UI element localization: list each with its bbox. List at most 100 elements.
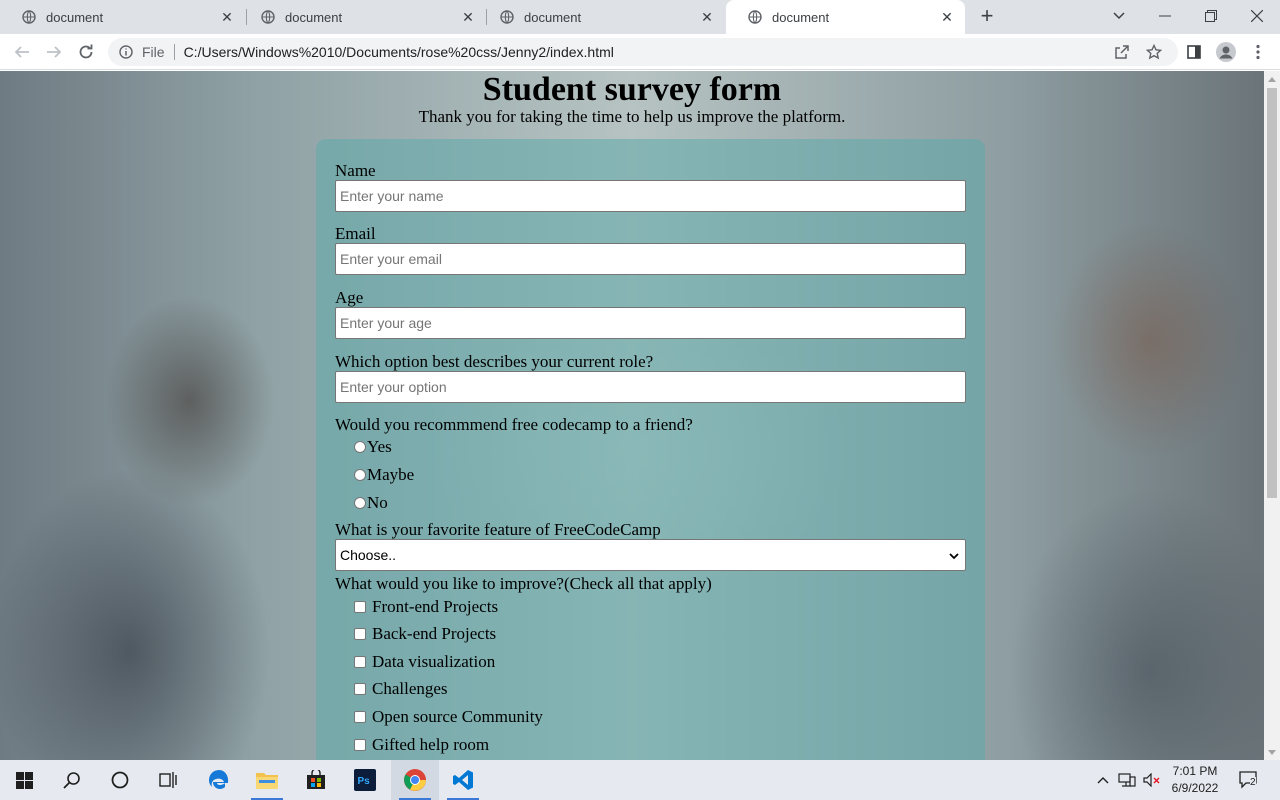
svg-text:Ps: Ps (358, 776, 371, 787)
checkbox[interactable] (354, 683, 366, 695)
windows-start-icon[interactable] (0, 760, 48, 800)
checkbox[interactable] (354, 628, 366, 640)
checkbox-label: Front-end Projects (372, 597, 499, 616)
recommend-question: Would you recommmend free codecamp to a … (335, 415, 693, 434)
omnibox-divider (173, 44, 175, 60)
notification-center-icon[interactable]: 2 (1234, 760, 1264, 800)
improve-option[interactable]: Data visualization (354, 652, 495, 672)
email-input[interactable]: Enter your email (335, 243, 966, 275)
tab-search-icon[interactable] (1106, 4, 1132, 28)
recommend-option-no[interactable]: No (354, 493, 388, 513)
checkbox-label: Data visualization (372, 652, 496, 671)
browser-tab-active[interactable]: document ✕ (726, 0, 965, 34)
radio-button[interactable] (354, 497, 366, 509)
feature-label: What is your favorite feature of FreeCod… (335, 520, 661, 539)
notification-count-badge: 2 (1250, 777, 1256, 788)
file-explorer-icon[interactable] (243, 760, 291, 800)
name-label: Name (335, 161, 376, 180)
name-input[interactable]: Enter your name (335, 180, 966, 212)
recommend-option-yes[interactable]: Yes (354, 437, 392, 457)
age-input[interactable]: Enter your age (335, 307, 966, 339)
close-icon[interactable]: ✕ (939, 9, 955, 25)
email-label: Email (335, 224, 376, 243)
page-title: Student survey form (482, 71, 782, 108)
windows-taskbar: Ps 7:01 PM 6/9/2022 2 (0, 760, 1280, 800)
chevron-down-icon (949, 547, 959, 563)
globe-icon (22, 10, 36, 24)
restore-button[interactable] (1198, 4, 1224, 28)
chrome-icon[interactable] (391, 760, 439, 800)
share-icon[interactable] (1110, 38, 1134, 66)
browser-toolbar: File C:/Users/Windows%2010/Documents/ros… (0, 34, 1280, 70)
scroll-up-icon[interactable] (1264, 71, 1280, 87)
cortana-icon[interactable] (96, 760, 144, 800)
feature-select[interactable]: Choose.. (335, 539, 966, 571)
bookmark-star-icon[interactable] (1142, 38, 1166, 66)
checkbox[interactable] (354, 656, 366, 668)
address-bar[interactable]: File C:/Users/Windows%2010/Documents/ros… (108, 38, 1178, 66)
side-panel-icon[interactable] (1182, 40, 1206, 64)
network-icon[interactable] (1116, 760, 1138, 800)
globe-icon (748, 10, 762, 24)
scroll-down-icon[interactable] (1264, 744, 1280, 760)
tab-title: document (772, 9, 830, 25)
browser-tab[interactable]: document ✕ (239, 0, 486, 34)
photoshop-icon[interactable]: Ps (341, 760, 389, 800)
role-label: Which option best describes your current… (335, 352, 654, 371)
recommend-option-maybe[interactable]: Maybe (354, 465, 414, 485)
close-icon[interactable]: ✕ (219, 9, 235, 25)
checkbox-label: Gifted help room (372, 735, 490, 754)
close-window-button[interactable] (1244, 4, 1270, 28)
browser-tabstrip: document ✕ document ✕ document ✕ documen… (0, 0, 1280, 34)
microsoft-store-icon[interactable] (292, 760, 340, 800)
forward-button[interactable] (42, 40, 66, 64)
profile-avatar-icon[interactable] (1214, 40, 1238, 64)
checkbox-label: Back-end Projects (372, 624, 497, 643)
clock-time: 7:01 PM (1172, 764, 1218, 778)
radio-label: No (367, 493, 388, 512)
checkbox[interactable] (354, 601, 366, 613)
new-tab-button[interactable]: + (976, 5, 998, 28)
tab-title: document (524, 9, 582, 25)
checkbox-label: Open source Community (372, 707, 543, 726)
url-text[interactable]: C:/Users/Windows%2010/Documents/rose%20c… (184, 44, 614, 60)
age-label: Age (335, 288, 364, 307)
radio-label: Yes (367, 437, 392, 456)
improve-option[interactable]: Front-end Projects (354, 597, 498, 617)
volume-muted-icon[interactable] (1141, 760, 1163, 800)
vscode-icon[interactable] (439, 760, 487, 800)
improve-label: What would you like to improve?(Check al… (335, 574, 712, 593)
reload-button[interactable] (74, 40, 98, 64)
tab-title: document (46, 9, 104, 25)
survey-form: Name Enter your name Email Enter your em… (316, 139, 985, 760)
page-description: Thank you for taking the time to help us… (418, 107, 846, 126)
page-viewport: Student survey form Thank you for taking… (0, 71, 1264, 760)
checkbox[interactable] (354, 739, 366, 751)
improve-option[interactable]: Open source Community (354, 707, 543, 727)
scheme-label: File (142, 44, 165, 60)
page-scrollbar[interactable] (1264, 71, 1280, 760)
globe-icon (261, 10, 275, 24)
chevron-up-icon[interactable] (1094, 760, 1112, 800)
browser-tab[interactable]: document ✕ (0, 0, 245, 34)
radio-button[interactable] (354, 441, 366, 453)
back-button[interactable] (10, 40, 34, 64)
radio-button[interactable] (354, 469, 366, 481)
menu-icon[interactable] (1246, 40, 1270, 64)
scrollbar-thumb[interactable] (1267, 88, 1277, 498)
close-icon[interactable]: ✕ (460, 9, 476, 25)
info-icon[interactable] (118, 44, 134, 60)
clock-date: 6/9/2022 (1171, 781, 1219, 795)
system-clock[interactable]: 7:01 PM 6/9/2022 (1166, 763, 1224, 797)
edge-browser-icon[interactable] (195, 760, 243, 800)
close-icon[interactable]: ✕ (699, 9, 715, 25)
task-view-icon[interactable] (144, 760, 192, 800)
checkbox[interactable] (354, 711, 366, 723)
browser-tab[interactable]: document ✕ (478, 0, 725, 34)
improve-option[interactable]: Gifted help room (354, 735, 489, 755)
minimize-button[interactable] (1152, 4, 1178, 28)
improve-option[interactable]: Challenges (354, 679, 448, 699)
role-input[interactable]: Enter your option (335, 371, 966, 403)
improve-option[interactable]: Back-end Projects (354, 624, 496, 644)
search-icon[interactable] (48, 760, 96, 800)
